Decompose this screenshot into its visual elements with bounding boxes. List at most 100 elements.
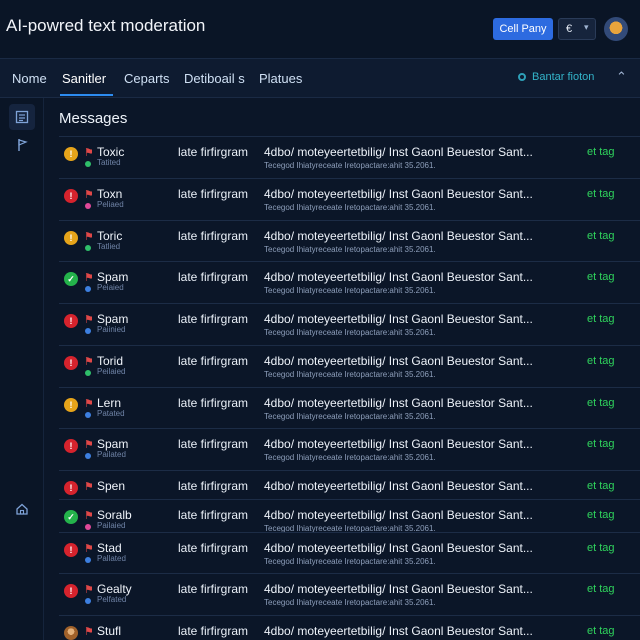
row-sub-status: Pailaied [97, 521, 126, 530]
row-sub-status: Peiaied [97, 283, 124, 292]
tab-detiboails[interactable]: Detiboail s [184, 71, 245, 86]
row-label: Spam [97, 437, 129, 451]
flag-icon: ⚑ [84, 626, 94, 638]
sub-status-dot-icon [85, 328, 91, 334]
flag-icon[interactable] [9, 132, 35, 158]
table-row[interactable]: ✓ ⚑ Soralb Pailaied late firfirgram 4dbo/ mot… [59, 499, 640, 533]
row-sub-status: Pailated [97, 450, 126, 459]
message-list-icon[interactable] [9, 104, 35, 130]
row-meta: Tecegod Ihiatyreceate Iretopactare:ahit … [264, 245, 436, 254]
flag-icon: ⚑ [84, 398, 94, 410]
row-message-text: 4dbo/ moteyeertetbilig/ Inst Gaonl Beues… [264, 582, 533, 596]
flag-icon: ⚑ [84, 510, 94, 522]
cta-button[interactable]: Cell Pany [493, 18, 553, 40]
table-row[interactable]: ✓ ⚑ Spam Peiaied late firfirgram 4dbo/ moteye… [59, 261, 640, 303]
tab-platues[interactable]: Platues [259, 71, 302, 86]
tag-action-link[interactable]: et tag [587, 146, 615, 158]
sidebar [0, 98, 44, 640]
row-source: late firfirgram [178, 312, 249, 326]
chevron-down-icon: ▾ [584, 22, 589, 32]
tag-action-link[interactable]: et tag [587, 397, 615, 409]
flag-icon: ⚑ [84, 584, 94, 596]
tag-action-link[interactable]: et tag [587, 509, 615, 521]
avatar[interactable] [604, 17, 628, 41]
tag-action-link[interactable]: et tag [587, 271, 615, 283]
row-meta: Tecegod Ihiatyreceate Iretopactare:ahit … [264, 370, 436, 379]
error-icon: ! [64, 584, 78, 598]
error-icon: ! [64, 314, 78, 328]
sub-status-dot-icon [85, 370, 91, 376]
table-row[interactable]: ! ⚑ Spen late firfirgram 4dbo/ moteyeertetbi… [59, 470, 640, 499]
tag-action-link[interactable]: et tag [587, 625, 615, 637]
row-message-text: 4dbo/ moteyeertetbilig/ Inst Gaonl Beues… [264, 270, 533, 284]
chevron-up-icon[interactable]: ⌃ [616, 69, 627, 85]
row-meta: Tecegod Ihiatyreceate Iretopactare:ahit … [264, 286, 436, 295]
tag-action-link[interactable]: et tag [587, 438, 615, 450]
tab-ceparts[interactable]: Ceparts [124, 71, 170, 86]
tab-nome[interactable]: Nome [12, 71, 47, 86]
row-source: late firfirgram [178, 508, 249, 522]
row-message-text: 4dbo/ moteyeertetbilig/ Inst Gaonl Beues… [264, 396, 533, 410]
row-meta: Tecegod Ihiatyreceate Iretopactare:ahit … [264, 412, 436, 421]
table-row[interactable]: ! ⚑ Torid Peilaied late firfirgram 4dbo/ mote… [59, 345, 640, 387]
sub-status-dot-icon [85, 161, 91, 167]
row-source: late firfirgram [178, 479, 249, 493]
row-sub-status: Patated [97, 409, 125, 418]
row-label: Toric [97, 229, 123, 243]
flag-icon: ⚑ [84, 231, 94, 243]
row-message-text: 4dbo/ moteyeertetbilig/ Inst Gaonl Beues… [264, 541, 533, 555]
row-source: late firfirgram [178, 541, 249, 555]
table-row[interactable]: ! ⚑ Toxic Tatited late firfirgram 4dbo/ motey… [59, 136, 640, 178]
tag-action-link[interactable]: et tag [587, 355, 615, 367]
tag-action-link[interactable]: et tag [587, 313, 615, 325]
flag-icon: ⚑ [84, 272, 94, 284]
row-message-text: 4dbo/ moteyeertetbilig/ Inst Gaonl Beues… [264, 229, 533, 243]
tag-action-link[interactable]: et tag [587, 583, 615, 595]
sub-status-dot-icon [85, 557, 91, 563]
row-sub-status: Tatlied [97, 242, 121, 251]
row-source: late firfirgram [178, 145, 249, 159]
error-icon: ! [64, 439, 78, 453]
table-row[interactable]: ! ⚑ Stad Pallated late firfirgram 4dbo/ motey… [59, 532, 640, 573]
row-source: late firfirgram [178, 354, 249, 368]
row-meta: Tecegod Ihiatyreceate Iretopactare:ahit … [264, 453, 436, 462]
table-row[interactable]: ! ⚑ Gealty Pelfated late firfirgram 4dbo/ mot… [59, 573, 640, 615]
row-message-text: 4dbo/ moteyeertetbilig/ Inst Gaonl Beues… [264, 437, 533, 451]
warning-icon: ! [64, 147, 78, 161]
error-icon: ! [64, 543, 78, 557]
table-row[interactable]: ! ⚑ Spam Paiinied late firfirgram 4dbo/ motey… [59, 303, 640, 345]
main-panel: Messages ! ⚑ Toxic Tatited late firfirgram 4d… [44, 98, 640, 640]
tag-action-link[interactable]: et tag [587, 230, 615, 242]
table-row[interactable]: ! ⚑ Spam Pailated late firfirgram 4dbo/ motey… [59, 428, 640, 470]
tag-action-link[interactable]: et tag [587, 188, 615, 200]
tag-action-link[interactable]: et tag [587, 542, 615, 554]
error-icon: ! [64, 481, 78, 495]
message-list: ! ⚑ Toxic Tatited late firfirgram 4dbo/ motey… [59, 136, 640, 640]
row-label: Spam [97, 312, 129, 326]
status-indicator[interactable]: Bantar fioton [518, 71, 594, 83]
home-icon[interactable] [9, 496, 35, 522]
user-avatar-icon [64, 626, 78, 640]
flag-icon: ⚑ [84, 314, 94, 326]
row-message-text: 4dbo/ moteyeertetbilig/ Inst Gaonl Beues… [264, 479, 533, 493]
active-tab-indicator [60, 94, 113, 96]
table-row[interactable]: ! ⚑ Toric Tatlied late firfirgram 4dbo/ motey… [59, 220, 640, 261]
check-icon: ✓ [64, 510, 78, 524]
row-meta: Tecegod Ihiatyreceate Iretopactare:ahit … [264, 328, 436, 337]
top-nav: Nome Sanitler Ceparts Detiboail s Platue… [0, 58, 640, 98]
row-label: Stad [97, 541, 122, 555]
table-row[interactable]: ⚑ Stufl late firfirgram 4dbo/ moteyeertetbi… [59, 615, 640, 640]
row-source: late firfirgram [178, 270, 249, 284]
flag-icon: ⚑ [84, 439, 94, 451]
row-label: Lern [97, 396, 122, 410]
tab-sanitler[interactable]: Sanitler [62, 71, 106, 86]
row-source: late firfirgram [178, 437, 249, 451]
row-source: late firfirgram [178, 396, 249, 410]
table-row[interactable]: ! ⚑ Toxn Peliaed late firfirgram 4dbo/ moteye… [59, 178, 640, 220]
row-label: Torid [97, 354, 124, 368]
currency-value: € [566, 23, 573, 35]
table-row[interactable]: ! ⚑ Lern Patated late firfirgram 4dbo/ moteye… [59, 387, 640, 428]
tag-action-link[interactable]: et tag [587, 480, 615, 492]
currency-select[interactable]: € ▾ [558, 18, 596, 40]
row-source: late firfirgram [178, 187, 249, 201]
